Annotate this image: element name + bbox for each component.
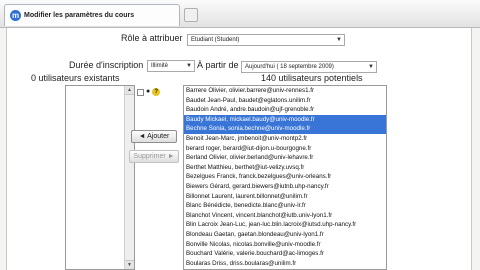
- list-item[interactable]: Bechne Sonia, sonia.bechne@univ-moodle.f…: [184, 124, 386, 134]
- list-item[interactable]: Boularas Driss, driss.boularas@unilim.fr: [184, 259, 386, 269]
- scroll-up-icon[interactable]: ▲: [125, 86, 134, 95]
- list-options: ● ?: [137, 88, 161, 96]
- moodle-icon: m: [10, 10, 21, 21]
- start-label: À partir de: [197, 60, 239, 70]
- enrol-users-panel: Rôle à attribuer Etudiant (Student) ▼ Du…: [6, 28, 472, 270]
- potential-users-list[interactable]: Barrere Olivier, olivier.barrere@univ-re…: [183, 85, 387, 270]
- start-select[interactable]: Aujourd'hui ( 18 septembre 2009) ▼: [241, 61, 377, 73]
- existing-users-title: 0 utilisateurs existants: [31, 73, 120, 83]
- list-item[interactable]: Bouchard Valérie, valerie.bouchard@ac-li…: [184, 249, 386, 259]
- existing-users-list[interactable]: ▲ ▼: [65, 85, 135, 270]
- remove-button[interactable]: Supprimer ►: [129, 150, 179, 163]
- scroll-down-icon[interactable]: ▼: [125, 260, 134, 269]
- list-item[interactable]: Blanc Bénédicte, benedicte.blanc@univ-lr…: [184, 201, 386, 211]
- list-item[interactable]: Berland Olivier, olivier.berland@univ-le…: [184, 153, 386, 163]
- duration-label: Durée d'inscription: [69, 60, 144, 70]
- eye-icon[interactable]: ●: [146, 88, 150, 96]
- add-button[interactable]: ◄ Ajouter: [131, 130, 177, 143]
- list-item[interactable]: Benoit Jean-Marc, jmbenoit@univ-montp2.f…: [184, 134, 386, 144]
- list-item[interactable]: Berthet Matthieu, berthet@iut-velizy.uvs…: [184, 163, 386, 173]
- new-tab-button[interactable]: [184, 8, 198, 22]
- list-item[interactable]: Barrere Olivier, olivier.barrere@univ-re…: [184, 86, 386, 96]
- existing-users-scrollbar[interactable]: ▲ ▼: [124, 86, 134, 269]
- list-item[interactable]: Bezelgues Franck, franck.bezelgues@univ-…: [184, 172, 386, 182]
- duration-select[interactable]: Illimité ▼: [147, 60, 195, 72]
- chevron-down-icon: ▼: [368, 64, 374, 70]
- list-item[interactable]: berard roger, berard@iut-dijon.u-bourgog…: [184, 144, 386, 154]
- help-icon[interactable]: ?: [152, 88, 161, 96]
- browser-titlebar: m Modifier les paramètres du cours: [0, 0, 480, 28]
- potential-users-title: 140 utilisateurs potentiels: [261, 73, 363, 83]
- role-select[interactable]: Etudiant (Student) ▼: [187, 34, 345, 46]
- list-item[interactable]: Blin Lacroix Jean-Luc, jean-luc.blin.lac…: [184, 220, 386, 230]
- list-item[interactable]: Blanchot Vincent, vincent.blanchot@iutb.…: [184, 211, 386, 221]
- checkbox-icon[interactable]: [137, 88, 144, 96]
- list-item[interactable]: Biewers Gérard, gerard.biewers@iutnb.uhp…: [184, 182, 386, 192]
- list-item[interactable]: Bonville Nicolas, nicolas.bonville@univ-…: [184, 240, 386, 250]
- list-item[interactable]: Baudy Mickael, mickael.baudy@univ-moodle…: [184, 114, 386, 125]
- chevron-down-icon: ▼: [186, 63, 192, 69]
- browser-tab[interactable]: m Modifier les paramètres du cours: [4, 4, 180, 26]
- tab-title: Modifier les paramètres du cours: [24, 12, 135, 19]
- list-item[interactable]: Blondeau Gaetan, gaetan.blondeau@univ-ly…: [184, 230, 386, 240]
- chevron-down-icon: ▼: [336, 37, 342, 43]
- list-item[interactable]: Baudet Jean-Paul, baudet@eglatons.unilim…: [184, 96, 386, 106]
- role-label: Rôle à attribuer: [121, 33, 183, 43]
- list-item[interactable]: Baudoin André, andre.baudoin@ujf-grenobl…: [184, 105, 386, 115]
- list-item[interactable]: Billonnet Laurent, laurent.billonnet@uni…: [184, 192, 386, 202]
